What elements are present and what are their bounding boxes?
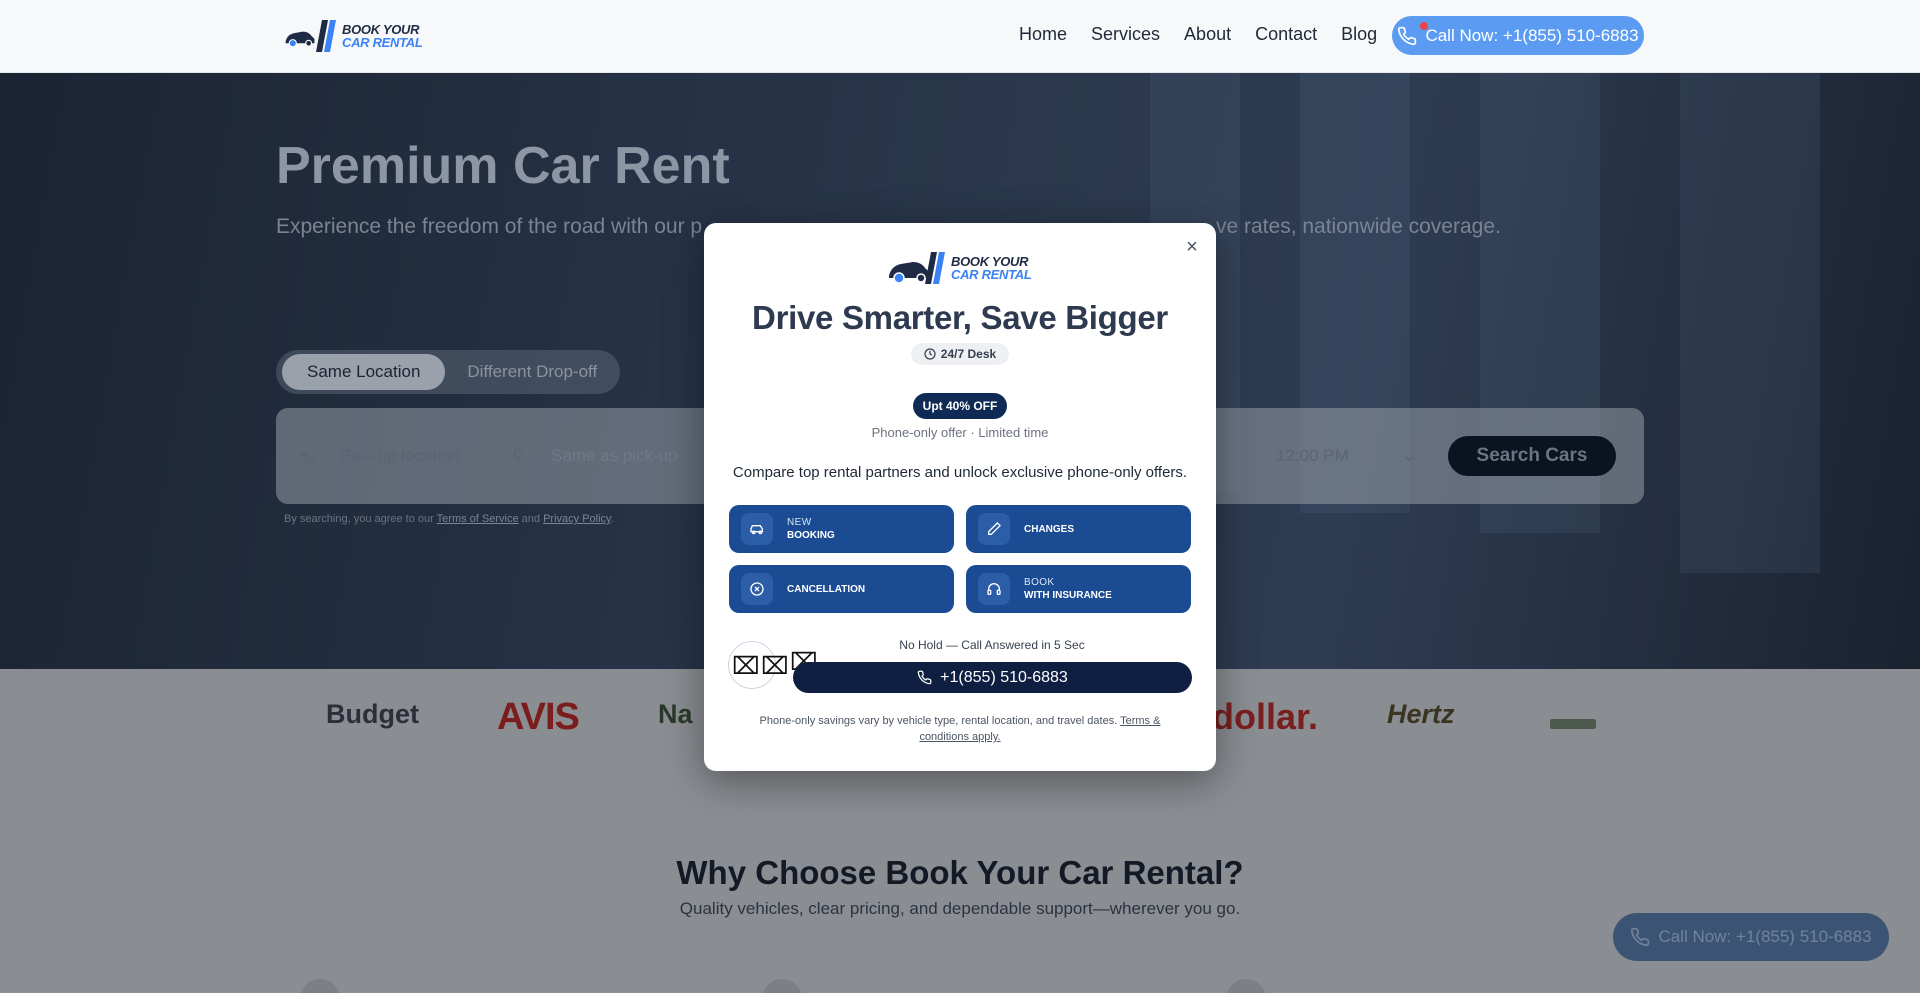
modal-call-button[interactable]: +1(855) 510-6883 bbox=[793, 662, 1192, 693]
option-cancellation[interactable]: CANCELLATION bbox=[729, 565, 954, 613]
option-changes-label: CHANGES bbox=[1024, 523, 1075, 535]
desk-badge-label: 24/7 Desk bbox=[940, 347, 997, 361]
option-book-insurance-text: BOOK WITH INSURANCE bbox=[1024, 576, 1112, 602]
compare-text: Compare top rental partners and unlock e… bbox=[732, 464, 1188, 481]
modal-title: Drive Smarter, Save Bigger bbox=[752, 299, 1168, 336]
no-hold-text: No Hold — Call Answered in 5 Sec bbox=[899, 638, 1085, 652]
option-cancellation-label: CANCELLATION bbox=[787, 583, 866, 595]
option-new-booking-label: BOOKING bbox=[787, 530, 835, 541]
desk-badge: 24/7 Desk bbox=[911, 343, 1009, 365]
option-book-insurance-label: WITH INSURANCE bbox=[1024, 590, 1112, 601]
phone-only-note: Phone-only offer · Limited time bbox=[871, 425, 1049, 440]
option-cancellation-text: CANCELLATION bbox=[787, 583, 865, 596]
cancel-icon bbox=[741, 573, 773, 605]
avatar: ⌧ bbox=[732, 653, 760, 680]
modal-logo-line-2: CAR RENTAL bbox=[951, 267, 1032, 282]
clock-icon bbox=[924, 348, 936, 360]
phone-icon bbox=[917, 670, 932, 685]
option-changes[interactable]: CHANGES bbox=[966, 505, 1191, 553]
option-book-insurance-small: BOOK bbox=[1024, 577, 1055, 588]
discount-badge: Upt 40% OFF bbox=[913, 393, 1007, 419]
modal-call-number: +1(855) 510-6883 bbox=[940, 668, 1068, 686]
option-changes-text: CHANGES bbox=[1024, 523, 1074, 536]
modal-logo-text: BOOK YOUR CAR RENTAL bbox=[951, 255, 1032, 281]
car-icon bbox=[741, 513, 773, 545]
close-icon[interactable]: × bbox=[1182, 237, 1202, 257]
disclaimer: Phone-only savings vary by vehicle type,… bbox=[744, 713, 1176, 745]
option-new-booking[interactable]: NEW BOOKING bbox=[729, 505, 954, 553]
option-new-booking-text: NEW BOOKING bbox=[787, 516, 835, 542]
headset-icon bbox=[978, 573, 1010, 605]
pencil-icon bbox=[978, 513, 1010, 545]
option-new-booking-small: NEW bbox=[787, 517, 812, 528]
promo-modal: × BOOK YOUR CAR RENTAL Drive Smarter, Sa… bbox=[704, 223, 1216, 771]
avatar: ⌧ bbox=[761, 653, 789, 680]
modal-logo: BOOK YOUR CAR RENTAL bbox=[887, 250, 1032, 286]
disclaimer-text: Phone-only savings vary by vehicle type,… bbox=[759, 715, 1118, 727]
option-book-insurance[interactable]: BOOK WITH INSURANCE bbox=[966, 565, 1191, 613]
stripes-logo-icon bbox=[925, 252, 945, 284]
